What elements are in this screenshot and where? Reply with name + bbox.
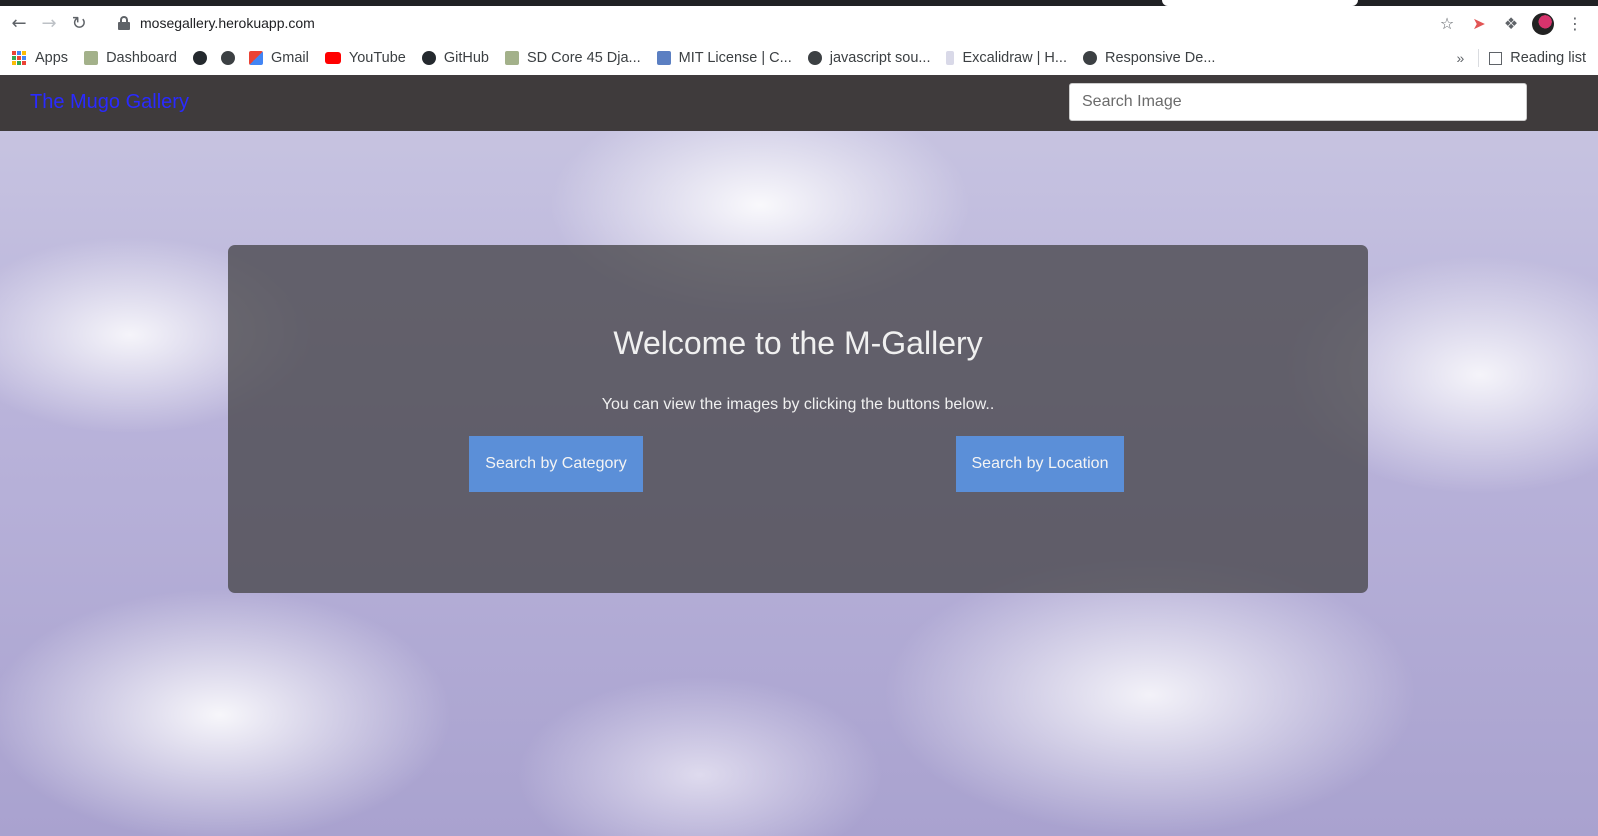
apps-grid-icon (12, 51, 26, 65)
youtube-icon (324, 52, 341, 64)
bookmark-dashboard[interactable]: Dashboard (84, 50, 177, 66)
bookmark-label: Dashboard (106, 50, 177, 66)
bookmark-youtube[interactable]: YouTube (324, 50, 406, 66)
bookmark-label: Responsive De... (1104, 50, 1216, 66)
bookmark-label: GitHub (443, 50, 489, 66)
extension-red-icon[interactable]: ➤ (1466, 11, 1492, 37)
globe-icon (221, 51, 235, 65)
bookmark-github-icon-only[interactable] (193, 51, 207, 65)
more-bookmarks-icon[interactable]: » (1456, 50, 1464, 66)
brand-link[interactable]: The Mugo Gallery (30, 91, 189, 114)
browser-toolbar: ← → ↻ mosegallery.herokuapp.com ☆ ➤ ❖ ⋮ (0, 6, 1598, 41)
menu-kebab-icon[interactable]: ⋮ (1562, 11, 1588, 37)
excalidraw-icon (946, 51, 955, 65)
url-text[interactable]: mosegallery.herokuapp.com (140, 15, 315, 31)
globe-icon (1082, 51, 1097, 65)
django-favicon-icon (505, 51, 519, 65)
bookmark-mit-license[interactable]: MIT License | C... (656, 50, 792, 66)
back-arrow-icon[interactable]: ← (4, 9, 34, 39)
lock-icon (118, 16, 130, 30)
search-by-category-button[interactable]: Search by Category (469, 436, 643, 492)
hero-subtitle: You can view the images by clicking the … (601, 396, 995, 413)
bookmark-label: YouTube (348, 50, 406, 66)
dashboard-favicon-icon (84, 51, 99, 65)
bookmark-globe-icon-only[interactable] (221, 51, 235, 65)
bookmarks-divider (1478, 49, 1480, 67)
bookmark-apps[interactable]: Apps (12, 50, 68, 66)
profile-avatar[interactable] (1530, 11, 1556, 37)
reading-list-button[interactable]: Reading list (1510, 50, 1586, 66)
code-favicon-icon (656, 51, 671, 65)
bookmark-sd-core[interactable]: SD Core 45 Dja... (505, 50, 641, 66)
github-icon (421, 51, 436, 65)
reload-icon[interactable]: ↻ (64, 9, 94, 39)
forward-arrow-icon[interactable]: → (34, 9, 64, 39)
bookmark-gmail[interactable]: Gmail (249, 50, 309, 66)
github-icon (193, 51, 207, 65)
bookmark-star-icon[interactable]: ☆ (1434, 11, 1460, 37)
reading-list-icon (1489, 51, 1503, 65)
puzzle-extensions-icon[interactable]: ❖ (1498, 11, 1524, 37)
bookmark-responsive[interactable]: Responsive De... (1082, 50, 1216, 66)
bookmark-github[interactable]: GitHub (421, 50, 489, 66)
search-by-location-button[interactable]: Search by Location (956, 436, 1124, 492)
bookmarks-bar: Apps Dashboard Gmail YouTube GitHub SD C… (0, 41, 1598, 75)
bookmark-label: javascript sou... (829, 50, 931, 66)
bookmark-label: SD Core 45 Dja... (527, 50, 641, 66)
gmail-icon (249, 51, 263, 65)
search-input[interactable] (1069, 83, 1527, 121)
bookmark-excalidraw[interactable]: Excalidraw | H... (946, 50, 1067, 66)
page-title: Welcome to the M-Gallery (613, 325, 983, 361)
bookmark-label: MIT License | C... (678, 50, 792, 66)
welcome-jumbotron: Welcome to the M-Gallery You can view th… (228, 245, 1368, 593)
page-background: The Mugo Gallery Welcome to the M-Galler… (0, 75, 1598, 836)
bookmark-label: Excalidraw | H... (962, 50, 1067, 66)
bookmark-javascript[interactable]: javascript sou... (807, 50, 931, 66)
bookmark-label: Gmail (271, 50, 309, 66)
bookmark-label: Apps (35, 50, 69, 66)
site-navbar: The Mugo Gallery (0, 75, 1598, 131)
globe-icon (807, 51, 822, 65)
address-bar[interactable]: mosegallery.herokuapp.com (108, 9, 1483, 37)
